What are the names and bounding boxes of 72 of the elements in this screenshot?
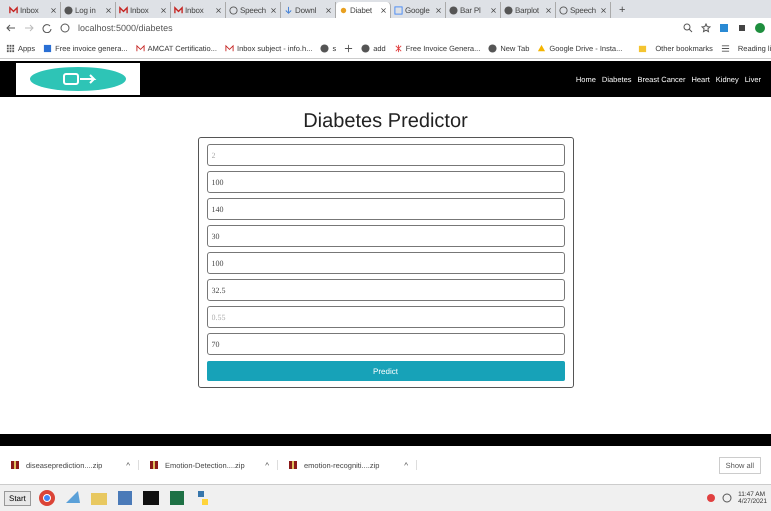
chrome-icon[interactable] xyxy=(36,488,57,508)
input-field[interactable]: 32.5 xyxy=(206,279,564,301)
close-icon[interactable] xyxy=(380,6,387,14)
globe-icon[interactable] xyxy=(320,44,330,52)
mail-icon[interactable] xyxy=(136,44,145,52)
plus-icon[interactable] xyxy=(344,44,354,52)
puzzle-icon[interactable] xyxy=(737,23,747,33)
close-icon[interactable] xyxy=(215,6,222,14)
mail-icon xyxy=(9,6,18,14)
mail-icon[interactable] xyxy=(224,44,234,52)
dot-icon xyxy=(339,6,348,14)
archive-icon xyxy=(149,460,159,470)
globe-icon[interactable] xyxy=(361,44,370,52)
browser-tab[interactable]: Inbox xyxy=(171,2,226,18)
close-icon[interactable] xyxy=(545,6,552,14)
caret-icon[interactable]: ^ xyxy=(265,460,269,470)
close-icon[interactable] xyxy=(270,6,277,14)
info-icon[interactable] xyxy=(60,23,70,33)
address-field[interactable]: localhost:5000/diabetes xyxy=(78,23,173,33)
browser-tab[interactable]: Inbox xyxy=(6,2,61,18)
close-icon[interactable] xyxy=(600,6,607,14)
close-icon[interactable] xyxy=(105,6,112,14)
browser-tab[interactable]: Inbox xyxy=(116,2,171,18)
caret-icon[interactable]: ^ xyxy=(404,460,408,470)
extension-icon[interactable] xyxy=(719,23,729,33)
browser-tab[interactable]: Diabet xyxy=(336,2,391,18)
mail-icon xyxy=(174,6,183,14)
globe-icon[interactable] xyxy=(488,44,498,52)
back-icon[interactable] xyxy=(6,23,16,33)
grid-icon[interactable] xyxy=(6,44,15,52)
browser-tab[interactable]: Log in xyxy=(61,2,116,18)
start-button[interactable]: Start xyxy=(4,490,31,506)
browser-tab[interactable]: Speech xyxy=(556,2,611,18)
caret-icon[interactable]: ^ xyxy=(126,460,130,470)
square-icon xyxy=(394,6,403,14)
browser-tab[interactable]: Google xyxy=(391,2,446,18)
avatar-icon[interactable] xyxy=(755,23,765,33)
download-icon xyxy=(284,6,293,14)
input-field[interactable]: 0.55 xyxy=(206,306,564,328)
input-field[interactable]: 30 xyxy=(206,225,564,247)
globe-icon xyxy=(64,6,73,14)
list-icon xyxy=(720,44,730,52)
search-icon[interactable] xyxy=(683,23,693,33)
input-field[interactable]: 100 xyxy=(206,252,564,274)
close-icon[interactable] xyxy=(325,6,332,14)
new-tab-button[interactable]: + xyxy=(611,2,634,18)
input-field[interactable]: 100 xyxy=(206,171,564,193)
page-title: Diabetes Predictor xyxy=(303,110,468,133)
input-field[interactable]: 2 xyxy=(206,144,564,166)
archive-icon xyxy=(288,460,298,470)
clock-icon xyxy=(722,493,732,503)
star-icon[interactable] xyxy=(701,23,711,33)
input-field[interactable]: 140 xyxy=(206,198,564,220)
close-icon[interactable] xyxy=(435,6,442,14)
archive-icon xyxy=(10,460,20,470)
reload-icon[interactable] xyxy=(42,23,52,33)
flower-icon[interactable] xyxy=(394,44,403,52)
input-field[interactable]: 70 xyxy=(206,333,564,355)
browser-tab[interactable]: Bar Pl xyxy=(446,2,501,18)
folder-icon xyxy=(638,44,648,52)
browser-tab[interactable]: Speech xyxy=(226,2,281,18)
gauge-icon xyxy=(559,6,568,14)
close-icon[interactable] xyxy=(490,6,497,14)
gauge-icon xyxy=(229,6,238,14)
globe-icon xyxy=(449,6,458,14)
square-icon[interactable] xyxy=(43,44,52,52)
close-icon[interactable] xyxy=(50,6,57,14)
terminal-icon[interactable] xyxy=(140,488,161,508)
mail-icon xyxy=(119,6,128,14)
browser-tab[interactable]: Barplot xyxy=(501,2,556,18)
close-icon[interactable] xyxy=(160,6,167,14)
globe-icon xyxy=(504,6,513,14)
